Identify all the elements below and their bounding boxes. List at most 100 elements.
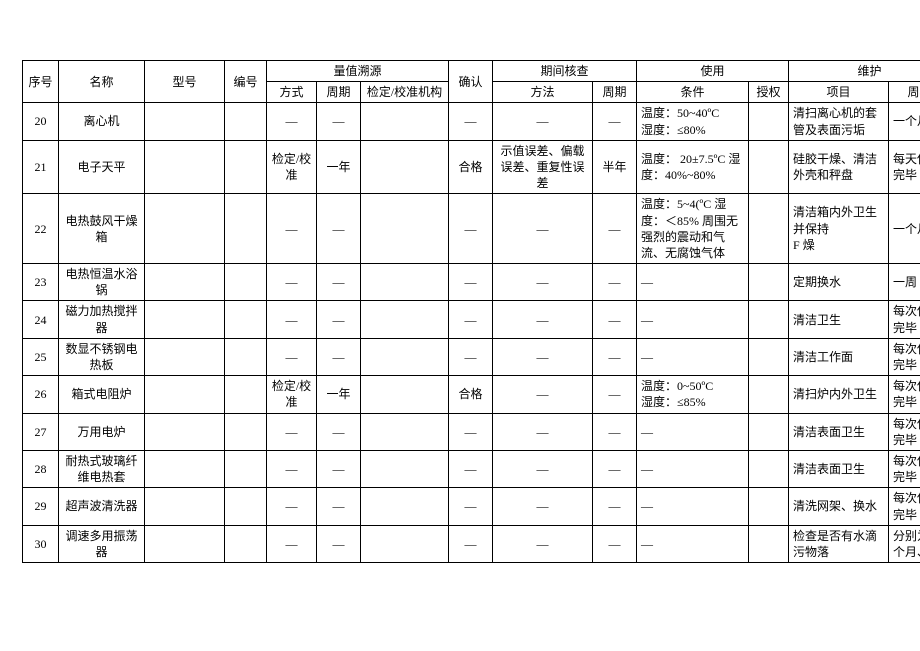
cell-seq: 28 <box>23 450 59 487</box>
cell-trace-org <box>361 103 449 140</box>
cell-seq: 24 <box>23 301 59 338</box>
cell-chk-p: — <box>593 488 637 525</box>
cell-seq: 25 <box>23 338 59 375</box>
cell-use-a <box>749 103 789 140</box>
cell-trace-m: — <box>267 525 317 562</box>
cell-name: 电热鼓风干燥箱 <box>59 194 145 264</box>
cell-chk-p: — <box>593 376 637 413</box>
cell-use-c: — <box>637 264 749 301</box>
cell-confirm: — <box>449 103 493 140</box>
cell-confirm: 合格 <box>449 140 493 194</box>
cell-mnt-i: 清洁表面卫生 <box>789 450 889 487</box>
cell-confirm: — <box>449 301 493 338</box>
cell-mnt-p: 一周 <box>889 264 920 301</box>
cell-mnt-i: 清洁工作面 <box>789 338 889 375</box>
cell-chk-p: — <box>593 525 637 562</box>
cell-trace-m: — <box>267 103 317 140</box>
cell-chk-m: — <box>493 264 593 301</box>
cell-use-c: — <box>637 450 749 487</box>
cell-trace-m: — <box>267 413 317 450</box>
cell-use-c: — <box>637 338 749 375</box>
cell-trace-org <box>361 338 449 375</box>
cell-use-a <box>749 301 789 338</box>
cell-confirm: — <box>449 488 493 525</box>
cell-trace-m: — <box>267 264 317 301</box>
hdr-maint-p: 周期 <box>889 82 920 103</box>
cell-mnt-p: 分别为三个月、六 <box>889 525 920 562</box>
hdr-use-cond: 条件 <box>637 82 749 103</box>
cell-model <box>145 488 225 525</box>
cell-use-a <box>749 338 789 375</box>
cell-name: 磁力加热搅拌器 <box>59 301 145 338</box>
cell-no <box>225 301 267 338</box>
cell-mnt-i: 硅胶干燥、清洁外壳和秤盘 <box>789 140 889 194</box>
hdr-trace: 量值溯源 <box>267 61 449 82</box>
cell-model <box>145 103 225 140</box>
cell-trace-m: 检定/校准 <box>267 376 317 413</box>
cell-seq: 22 <box>23 194 59 264</box>
cell-no <box>225 525 267 562</box>
cell-chk-m: — <box>493 488 593 525</box>
cell-name: 数显不锈钢电热板 <box>59 338 145 375</box>
cell-chk-p: — <box>593 301 637 338</box>
cell-trace-m: — <box>267 301 317 338</box>
cell-use-a <box>749 140 789 194</box>
cell-name: 耐热式玻璃纤维电热套 <box>59 450 145 487</box>
cell-use-c: — <box>637 301 749 338</box>
cell-chk-m: — <box>493 103 593 140</box>
cell-chk-p: — <box>593 194 637 264</box>
cell-mnt-p: 每天使用完毕 <box>889 140 920 194</box>
cell-trace-org <box>361 525 449 562</box>
cell-chk-p: — <box>593 450 637 487</box>
cell-model <box>145 338 225 375</box>
cell-chk-p: — <box>593 413 637 450</box>
cell-model <box>145 376 225 413</box>
hdr-interim-m: 方法 <box>493 82 593 103</box>
hdr-confirm: 确认 <box>449 61 493 103</box>
hdr-interim: 期间核查 <box>493 61 637 82</box>
cell-trace-org <box>361 376 449 413</box>
cell-no <box>225 450 267 487</box>
cell-chk-p: 半年 <box>593 140 637 194</box>
hdr-trace-org: 检定/校准机构 <box>361 82 449 103</box>
cell-name: 箱式电阻炉 <box>59 376 145 413</box>
cell-no <box>225 103 267 140</box>
cell-mnt-p: 每次使用完毕 <box>889 376 920 413</box>
cell-no <box>225 264 267 301</box>
cell-mnt-i: 检查是否有水滴污物落 <box>789 525 889 562</box>
cell-mnt-i: 清洗网架、换水 <box>789 488 889 525</box>
cell-mnt-p: 一个月 <box>889 103 920 140</box>
cell-trace-p: — <box>317 264 361 301</box>
cell-chk-m: — <box>493 338 593 375</box>
cell-use-a <box>749 450 789 487</box>
table-row: 26箱式电阻炉检定/校准一年合格——温度：0~50ºC湿度：≤85%清扫炉内外卫… <box>23 376 920 413</box>
cell-trace-p: — <box>317 488 361 525</box>
cell-trace-p: — <box>317 301 361 338</box>
cell-trace-org <box>361 140 449 194</box>
hdr-maint: 维护 <box>789 61 920 82</box>
cell-no <box>225 376 267 413</box>
cell-name: 电热恒温水浴锅 <box>59 264 145 301</box>
cell-confirm: 合格 <box>449 376 493 413</box>
cell-mnt-p: 每次使用完毕 <box>889 301 920 338</box>
cell-no <box>225 194 267 264</box>
table-row: 27万用电炉——————清洁表面卫生每次使用完毕 <box>23 413 920 450</box>
hdr-trace-m: 方式 <box>267 82 317 103</box>
cell-seq: 23 <box>23 264 59 301</box>
cell-seq: 27 <box>23 413 59 450</box>
cell-use-c: — <box>637 413 749 450</box>
cell-trace-p: — <box>317 338 361 375</box>
cell-mnt-p: 每次使用完毕 <box>889 413 920 450</box>
cell-trace-org <box>361 450 449 487</box>
cell-trace-p: — <box>317 413 361 450</box>
table-row: 20离心机—————温度：50~40ºC湿度：≤80%清扫离心机的套管及表面污垢… <box>23 103 920 140</box>
cell-name: 万用电炉 <box>59 413 145 450</box>
cell-trace-m: 检定/校准 <box>267 140 317 194</box>
cell-model <box>145 450 225 487</box>
cell-model <box>145 264 225 301</box>
cell-trace-p: — <box>317 194 361 264</box>
table-row: 23电热恒温水浴锅——————定期换水一周 <box>23 264 920 301</box>
cell-name: 电子天平 <box>59 140 145 194</box>
cell-seq: 30 <box>23 525 59 562</box>
cell-use-a <box>749 525 789 562</box>
